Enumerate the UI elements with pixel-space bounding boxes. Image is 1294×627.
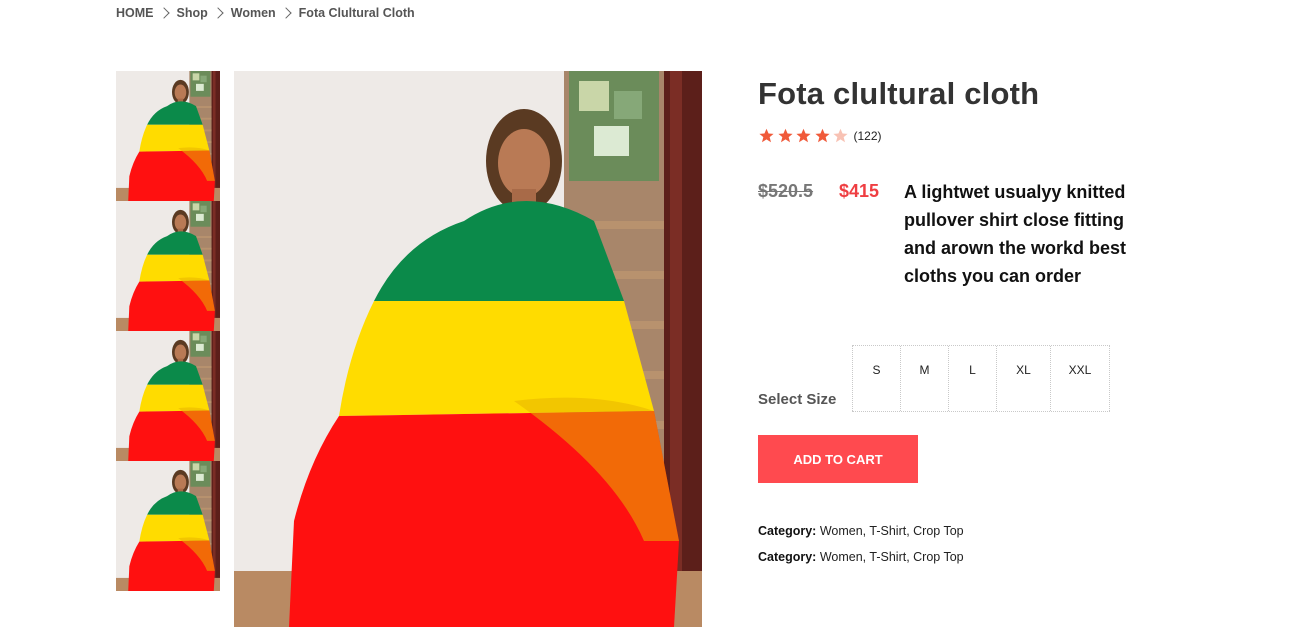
product-photo bbox=[234, 71, 702, 627]
star-filled-icon bbox=[814, 128, 830, 143]
size-label: Select Size bbox=[758, 391, 837, 408]
size-option-m[interactable]: M bbox=[900, 346, 948, 411]
main-product-image bbox=[234, 71, 702, 627]
category-line: Category: Women, T-Shirt, Crop Top bbox=[758, 550, 964, 564]
category-label: Category: bbox=[758, 550, 817, 564]
size-option-l[interactable]: L bbox=[948, 346, 996, 411]
category-links[interactable]: Women, T-Shirt, Crop Top bbox=[820, 524, 964, 538]
thumbnail-image[interactable] bbox=[116, 71, 220, 201]
product-title: Fota clultural cloth bbox=[758, 76, 1040, 111]
thumbnail-image[interactable] bbox=[116, 331, 220, 461]
thumbnail-image[interactable] bbox=[116, 461, 220, 591]
size-selector: S M L XL XXL bbox=[852, 345, 1110, 412]
rating-stars bbox=[758, 128, 851, 143]
product-photo bbox=[116, 201, 220, 331]
size-option-s[interactable]: S bbox=[852, 346, 900, 411]
breadcrumb-shop-link[interactable]: Shop bbox=[177, 6, 208, 20]
star-empty-icon bbox=[833, 128, 848, 143]
category-label: Category: bbox=[758, 524, 817, 538]
thumbnail-gallery bbox=[116, 71, 220, 591]
sale-price: $415 bbox=[839, 181, 880, 201]
chevron-right-icon bbox=[212, 7, 224, 19]
product-photo bbox=[116, 71, 220, 201]
product-description: A lightwet usualyy knitted pullover shir… bbox=[904, 182, 1127, 286]
product-photo bbox=[116, 331, 220, 461]
breadcrumb-home-link[interactable]: HOME bbox=[116, 6, 154, 20]
chevron-right-icon bbox=[280, 7, 292, 19]
size-option-xxl[interactable]: XXL bbox=[1050, 346, 1110, 411]
chevron-right-icon bbox=[157, 7, 170, 19]
star-filled-icon bbox=[777, 128, 793, 143]
add-to-cart-button[interactable]: ADD TO CART bbox=[758, 435, 918, 483]
star-filled-icon bbox=[796, 128, 811, 143]
category-links[interactable]: Women, T-Shirt, Crop Top bbox=[820, 550, 964, 564]
thumbnail-image[interactable] bbox=[116, 201, 220, 331]
breadcrumb-current: Fota Clultural Cloth bbox=[298, 6, 415, 20]
breadcrumb-women-link[interactable]: Women bbox=[231, 6, 276, 20]
category-line: Category: Women, T-Shirt, Crop Top bbox=[758, 524, 964, 538]
breadcrumb: HOME Shop Women Fota Clultural Cloth bbox=[116, 6, 415, 20]
product-rating: (122) bbox=[758, 128, 882, 143]
product-photo bbox=[116, 461, 220, 591]
star-filled-icon bbox=[759, 128, 774, 143]
size-option-xl[interactable]: XL bbox=[996, 346, 1050, 411]
rating-count: (122) bbox=[853, 128, 882, 143]
original-price: $520.5 bbox=[758, 181, 814, 201]
